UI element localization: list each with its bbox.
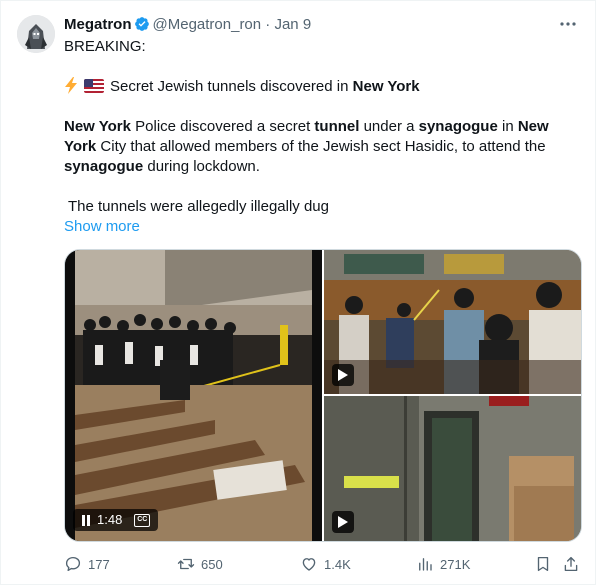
avatar[interactable] <box>17 15 55 53</box>
bookmark-button[interactable] <box>534 553 552 575</box>
headline-bold: New York <box>352 78 420 95</box>
share-button[interactable] <box>562 553 580 575</box>
tweet-text-breaking: BREAKING: <box>64 38 146 55</box>
video-bottom-right[interactable] <box>324 396 581 541</box>
verified-badge-icon <box>134 17 149 31</box>
play-button[interactable] <box>332 364 354 386</box>
headline-text: Secret Jewish tunnels discovered in <box>110 78 349 95</box>
video-top-right[interactable] <box>324 250 581 394</box>
play-icon <box>338 516 348 528</box>
show-more-link[interactable]: Show more <box>64 217 140 237</box>
media-grid: 1:48 CC <box>64 249 582 542</box>
heart-icon <box>302 558 316 571</box>
body-text-1: Police discovered a secret <box>130 118 315 135</box>
play-icon <box>338 369 348 381</box>
tweet-text-tunnels: The tunnels were allegedly illegally dug <box>68 198 329 215</box>
lightning-icon <box>65 77 77 94</box>
video-controls[interactable]: 1:48 CC <box>73 509 159 531</box>
more-options-button[interactable] <box>557 15 579 35</box>
repost-icon <box>177 558 195 570</box>
reply-button[interactable]: 177 <box>64 553 110 575</box>
tweet-text-headline: Secret Jewish tunnels discovered in New … <box>64 77 420 97</box>
captions-icon[interactable]: CC <box>134 513 151 527</box>
video-time: 1:48 <box>97 512 123 527</box>
body-bold-2: tunnel <box>314 118 360 135</box>
tweet-text-body: New York Police discovered a secret tunn… <box>64 117 574 177</box>
us-flag-icon <box>84 79 104 93</box>
view-count: 271K <box>440 556 471 572</box>
views-button[interactable]: 271K <box>416 553 470 575</box>
handle[interactable]: @Megatron_ron <box>153 16 262 33</box>
tweet-header: Megatron @Megatron_ron · Jan 9 <box>64 16 311 34</box>
body-text-2: under a <box>359 118 419 135</box>
pause-icon[interactable] <box>81 514 91 526</box>
body-bold-1: New York <box>64 118 131 135</box>
body-text-5: during lockdown. <box>143 158 260 175</box>
post-date[interactable]: Jan 9 <box>274 16 311 33</box>
body-bold-3: synagogue <box>418 118 498 135</box>
analytics-icon <box>419 558 432 571</box>
like-button[interactable]: 1.4K <box>300 553 351 575</box>
share-icon <box>564 556 578 572</box>
tweet-card[interactable]: Megatron @Megatron_ron · Jan 9 BREAKING: … <box>0 0 596 585</box>
reply-icon <box>65 556 81 572</box>
reply-count: 177 <box>88 556 110 572</box>
bookmark-icon <box>537 556 549 572</box>
repost-button[interactable]: 650 <box>177 553 223 575</box>
body-bold-5: synagogue <box>64 158 144 175</box>
display-name[interactable]: Megatron <box>64 16 132 33</box>
body-text-4: City that allowed members of the Jewish … <box>96 138 546 155</box>
video-main[interactable]: 1:48 CC <box>65 250 322 541</box>
action-bar: 177 650 1.4K 271K <box>64 553 584 575</box>
like-count: 1.4K <box>324 556 351 572</box>
repost-count: 650 <box>201 556 223 572</box>
body-text-3: in <box>497 118 518 135</box>
play-button[interactable] <box>332 511 354 533</box>
more-horizontal-icon <box>560 22 576 26</box>
